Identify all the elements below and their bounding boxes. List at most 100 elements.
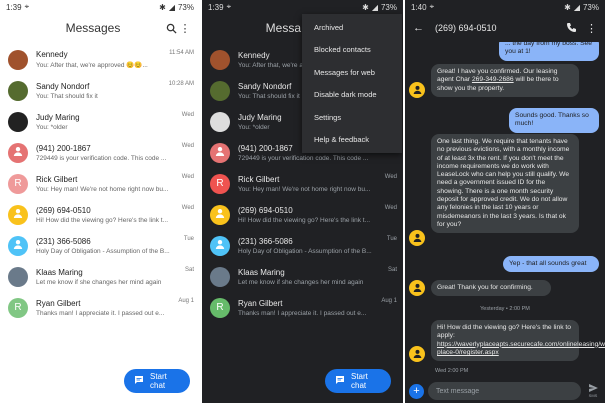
conversation-app-bar: ← (269) 694-0510 ⋮ [405, 14, 605, 42]
start-chat-label: Start chat [150, 372, 167, 390]
message-incoming: One last thing. We require that tenants … [431, 134, 579, 234]
chat-icon [134, 375, 144, 387]
conversation-row[interactable]: Kennedy You: After that, we're approved 😊… [0, 44, 200, 75]
compose-bar: + Text message SMS [405, 379, 605, 403]
conversation-row[interactable]: R Rick Gilbert You: Hey man! We're not hom… [0, 168, 200, 199]
conversation-row[interactable]: (231) 366-5086 Holy Day of Obligation - A… [202, 230, 403, 261]
message-text: Great! Thank you for confirming. [437, 284, 533, 291]
conversation-row[interactable]: (231) 366-5086 Holy Day of Obligation - A… [0, 230, 200, 261]
message-text: Hi! How did the viewing go? Here's the l… [437, 324, 571, 340]
status-time: 1:39 [6, 2, 22, 12]
conversation-row[interactable]: R Rick Gilbert You: Hey man! We're not hom… [202, 168, 403, 199]
status-bar: 1:40 ⌖ ✱ ◢ 73% [405, 0, 605, 14]
conversation-row[interactable]: (941) 200-1867 729449 is your verificatio… [0, 137, 200, 168]
send-button[interactable]: SMS [585, 384, 601, 398]
menu-item[interactable]: Help & feedback [302, 129, 402, 152]
conversation-row[interactable]: Klaas Maring Let me know if she changes h… [0, 261, 200, 292]
conversation-row[interactable]: (269) 694-0510 Hi! How did the viewing go… [202, 199, 403, 230]
message-preview: Hi! How did the viewing go? Here's the l… [36, 216, 169, 224]
conversation-time: Wed [384, 174, 397, 180]
conversation-row[interactable]: Judy Maring You: *older Wed [0, 106, 200, 137]
search-icon[interactable] [164, 21, 178, 35]
more-options-icon[interactable]: ⋮ [178, 21, 192, 35]
conversation-info: (269) 694-0510 Hi! How did the viewing go… [36, 206, 178, 224]
contact-name: (941) 200-1867 [36, 143, 91, 153]
conversation-info: Ryan Gilbert Thanks man! I appreciate it.… [238, 299, 377, 317]
back-arrow-icon[interactable]: ← [413, 22, 424, 34]
contact-avatar [409, 280, 425, 296]
conversation-time: Tue [386, 236, 397, 242]
message-text: ... the day from my boss. See you at 1! [505, 42, 592, 56]
menu-item[interactable]: Archived [302, 16, 402, 39]
start-chat-button[interactable]: Start chat [124, 369, 190, 393]
message-input[interactable]: Text message [428, 382, 581, 400]
conversation-time: Wed [384, 205, 397, 211]
contact-name: Judy Maring [36, 112, 80, 122]
conversation-time: Tue [183, 236, 194, 242]
phone-link[interactable]: 269-349-2686 [472, 76, 514, 83]
conversation-time: Wed [181, 143, 194, 149]
more-options-icon[interactable]: ⋮ [586, 22, 597, 35]
avatar-letter: R [216, 178, 224, 189]
send-mode-label: SMS [588, 393, 598, 398]
avatar [210, 111, 230, 132]
conversation-time: Aug 1 [178, 298, 194, 304]
menu-item[interactable]: Messages for web [302, 61, 402, 84]
conversation-row[interactable]: R Ryan Gilbert Thanks man! I appreciate it… [202, 292, 403, 323]
conversation-info: Rick Gilbert You: Hey man! We're not home… [36, 175, 178, 193]
person-icon [13, 208, 23, 221]
conversation-row[interactable]: Klaas Maring Let me know if she changes h… [202, 261, 403, 292]
add-attachment-button[interactable]: + [409, 383, 424, 399]
avatar [8, 111, 28, 132]
message-preview: Holy Day of Obligation - Assumption of t… [238, 247, 372, 255]
conversation-view-dark: 1:40 ⌖ ✱ ◢ 73% ← (269) 694-0510 ⋮ ... th… [405, 0, 605, 403]
conversation-info: Rick Gilbert You: Hey man! We're not home… [238, 175, 381, 193]
signal-icon: ◢ [371, 2, 378, 12]
conversation-info: Klaas Maring Let me know if she changes h… [36, 268, 181, 286]
avatar [210, 266, 230, 287]
phone-icon[interactable] [566, 22, 576, 35]
message-preview: Holy Day of Obligation - Assumption of t… [36, 247, 170, 255]
message-preview: Let me know if she changes her mind agai… [36, 278, 162, 286]
menu-item[interactable]: Disable dark mode [302, 84, 402, 107]
message-outgoing: Yep - that all sounds great [503, 256, 599, 273]
conversation-info: Kennedy You: After that, we're approved 😊… [36, 50, 165, 69]
contact-name: Rick Gilbert [238, 174, 280, 184]
avatar [8, 266, 28, 287]
contact-name: Ryan Gilbert [36, 298, 81, 308]
conversation-row[interactable]: (269) 694-0510 Hi! How did the viewing go… [0, 199, 200, 230]
conversation-time: Wed [181, 112, 194, 118]
message-preview: Let me know if she changes her mind agai… [238, 278, 364, 286]
message-incoming: Hi! How did the viewing go? Here's the l… [431, 320, 605, 362]
contact-avatar [409, 346, 425, 362]
bluetooth-icon: ✱ [564, 2, 571, 12]
start-chat-label: Start chat [351, 372, 368, 390]
apply-link[interactable]: https://waverlyplaceapts.securecafe.com/… [437, 341, 605, 356]
conversation-row[interactable]: R Ryan Gilbert Thanks man! I appreciate it… [0, 292, 200, 323]
contact-avatar [409, 82, 425, 98]
conversation-time: Wed [181, 205, 194, 211]
avatar [210, 235, 230, 256]
message-preview: You: That should fix it [36, 92, 98, 100]
conversation-info: (231) 366-5086 Holy Day of Obligation - A… [36, 237, 180, 255]
bluetooth-icon: ✱ [362, 2, 369, 12]
contact-title: (269) 694-0510 [435, 23, 497, 33]
conversation-time: 11:54 AM [169, 50, 194, 56]
contact-name: Rick Gilbert [36, 174, 78, 184]
contact-name: (269) 694-0510 [36, 205, 91, 215]
conversation-time: Sat [184, 267, 194, 273]
start-chat-button[interactable]: Start chat [325, 369, 391, 393]
menu-item[interactable]: Blocked contacts [302, 39, 402, 62]
conversation-info: (231) 366-5086 Holy Day of Obligation - A… [238, 237, 383, 255]
conversation-row[interactable]: Sandy Nondorf You: That should fix it 10:2… [0, 75, 200, 106]
message-preview: You: Hey man! We're not home right now b… [36, 185, 169, 193]
contact-name: Kennedy [36, 50, 68, 59]
conversation-list: Kennedy You: After that, we're approved 😊… [0, 44, 200, 323]
person-icon [215, 146, 225, 159]
person-icon [413, 229, 422, 247]
message-preview: Thanks man! I appreciate it. I passed ou… [238, 309, 367, 317]
avatar [8, 204, 28, 225]
avatar [210, 204, 230, 225]
message-text: One last thing. We require that tenants … [437, 138, 570, 228]
menu-item[interactable]: Settings [302, 106, 402, 129]
